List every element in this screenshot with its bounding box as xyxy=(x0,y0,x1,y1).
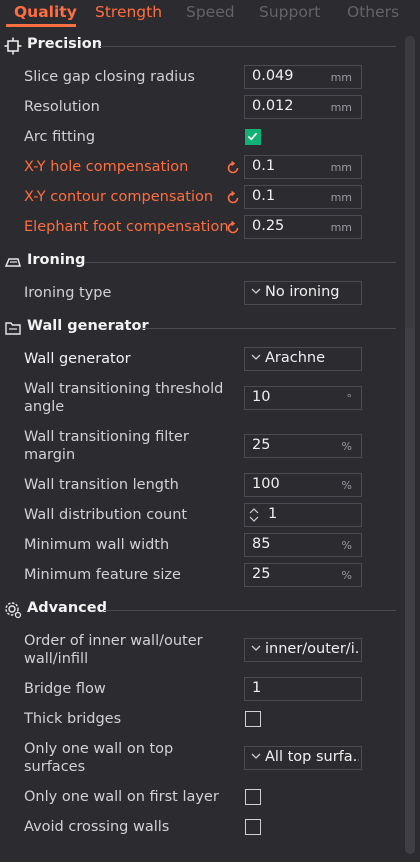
wall-generator-select[interactable]: Arachne xyxy=(244,347,362,371)
reset-value-icon[interactable] xyxy=(226,161,240,175)
avoid-crossing-walls-checkbox[interactable] xyxy=(245,819,261,835)
section-divider xyxy=(104,610,396,611)
chevron-down-icon xyxy=(251,645,261,651)
reset-value-icon[interactable] xyxy=(226,191,240,205)
wall-generator-icon xyxy=(5,322,21,335)
label-bridge-flow: Bridge flow xyxy=(24,681,106,697)
thick-bridges-checkbox[interactable] xyxy=(245,711,261,727)
slice-gap-closing-radius-input[interactable]: 0.049 mm xyxy=(244,65,362,89)
resolution-input[interactable]: 0.012 mm xyxy=(244,95,362,119)
section-advanced: Advanced xyxy=(0,599,400,621)
label-one-wall-first-layer: Only one wall on first layer xyxy=(24,789,219,805)
tab-strength[interactable]: Strength xyxy=(95,3,162,21)
label-resolution: Resolution xyxy=(24,99,100,115)
select-value: inner/outer/i... xyxy=(265,641,359,657)
minimum-feature-size-input[interactable]: 25 % xyxy=(244,563,362,587)
field-unit: mm xyxy=(330,161,352,174)
section-title-wall-generator: Wall generator xyxy=(27,318,149,334)
section-divider xyxy=(140,328,396,329)
field-unit: ° xyxy=(346,392,353,405)
stepper-arrows-icon[interactable] xyxy=(248,505,260,525)
checkmark-icon xyxy=(247,132,258,141)
arc-fitting-checkbox[interactable] xyxy=(245,129,261,145)
label-wall-distribution-count: Wall distribution count xyxy=(24,507,188,523)
chevron-down-icon xyxy=(251,354,261,360)
label-xy-contour-compensation: X-Y contour compensation xyxy=(24,189,214,205)
field-value: 0.25 xyxy=(252,218,285,234)
bridge-flow-input[interactable]: 1 xyxy=(244,677,362,701)
chevron-down-icon xyxy=(251,753,261,759)
active-tab-indicator xyxy=(6,24,76,27)
label-wall-transitioning-threshold-angle: Wall transitioning threshold angle xyxy=(24,381,224,415)
wall-distribution-count-stepper[interactable]: 1 xyxy=(244,503,362,527)
label-slice-gap-closing-radius: Slice gap closing radius xyxy=(24,69,195,85)
field-value: 100 xyxy=(252,476,280,492)
field-unit: % xyxy=(341,539,352,552)
xy-contour-compensation-input[interactable]: 0.1 mm xyxy=(244,185,362,209)
wall-transitioning-filter-margin-input[interactable]: 25 % xyxy=(244,434,362,458)
label-ironing-type: Ironing type xyxy=(24,285,112,301)
label-elephant-foot-compensation: Elephant foot compensation xyxy=(24,219,229,235)
reset-value-icon[interactable] xyxy=(226,221,240,235)
label-wall-transitioning-filter-margin: Wall transitioning filter margin xyxy=(24,429,189,463)
field-value: 25 xyxy=(252,566,271,582)
field-unit: mm xyxy=(330,101,352,114)
scrollbar-thumb-top xyxy=(405,36,415,328)
ironing-type-select[interactable]: No ironing xyxy=(244,281,362,305)
select-value: No ironing xyxy=(265,284,340,300)
field-value: 25 xyxy=(252,437,271,453)
section-title-ironing: Ironing xyxy=(27,252,86,268)
field-value: 10 xyxy=(252,389,271,405)
field-unit: % xyxy=(341,569,352,582)
label-thick-bridges: Thick bridges xyxy=(24,711,122,727)
label-one-wall-top-surfaces: Only one wall on top surfaces xyxy=(24,741,174,775)
wall-transition-length-input[interactable]: 100 % xyxy=(244,473,362,497)
label-order-of-walls: Order of inner wall/outer wall/infill xyxy=(24,633,203,667)
label-avoid-crossing-walls: Avoid crossing walls xyxy=(24,819,170,835)
field-unit: mm xyxy=(330,221,352,234)
label-arc-fitting: Arc fitting xyxy=(24,129,96,145)
section-divider xyxy=(84,262,396,263)
select-value: All top surfa... xyxy=(265,749,359,765)
tab-speed[interactable]: Speed xyxy=(186,3,235,21)
one-wall-first-layer-checkbox[interactable] xyxy=(245,789,261,805)
advanced-gear-icon xyxy=(5,602,22,619)
xy-hole-compensation-input[interactable]: 0.1 mm xyxy=(244,155,362,179)
field-value: 0.1 xyxy=(252,188,276,204)
label-wall-generator: Wall generator xyxy=(24,351,131,367)
section-title-precision: Precision xyxy=(27,36,103,52)
tab-quality[interactable]: Quality xyxy=(14,3,77,21)
field-value: 0.012 xyxy=(252,98,294,114)
one-wall-top-surfaces-select[interactable]: All top surfa... xyxy=(244,746,362,770)
section-precision: Precision xyxy=(0,35,400,57)
field-value: 1 xyxy=(252,680,262,696)
field-value: 0.049 xyxy=(252,68,294,84)
field-value: 0.1 xyxy=(252,158,276,174)
field-value: 85 xyxy=(252,536,271,552)
section-ironing: Ironing xyxy=(0,251,400,273)
label-minimum-wall-width: Minimum wall width xyxy=(24,537,170,553)
section-wall-generator: Wall generator xyxy=(0,317,400,339)
section-title-advanced: Advanced xyxy=(27,600,107,616)
select-value: Arachne xyxy=(265,350,326,366)
wall-order-select[interactable]: inner/outer/i... xyxy=(244,638,362,662)
tab-support[interactable]: Support xyxy=(259,3,320,21)
ironing-icon xyxy=(4,258,21,267)
minimum-wall-width-input[interactable]: 85 % xyxy=(244,533,362,557)
field-unit: mm xyxy=(330,191,352,204)
field-unit: % xyxy=(341,479,352,492)
chevron-down-icon xyxy=(251,288,261,294)
tab-bar: Quality Strength Speed Support Others xyxy=(0,0,420,27)
label-minimum-feature-size: Minimum feature size xyxy=(24,567,181,583)
precision-icon xyxy=(4,37,22,55)
field-unit: mm xyxy=(330,71,352,84)
tab-others[interactable]: Others xyxy=(347,3,399,21)
field-value: 1 xyxy=(268,506,278,522)
section-divider xyxy=(100,46,396,47)
label-wall-transition-length: Wall transition length xyxy=(24,477,179,493)
wall-transitioning-threshold-angle-input[interactable]: 10 ° xyxy=(244,386,362,410)
label-xy-hole-compensation: X-Y hole compensation xyxy=(24,159,189,175)
field-unit: % xyxy=(341,440,352,453)
elephant-foot-compensation-input[interactable]: 0.25 mm xyxy=(244,215,362,239)
